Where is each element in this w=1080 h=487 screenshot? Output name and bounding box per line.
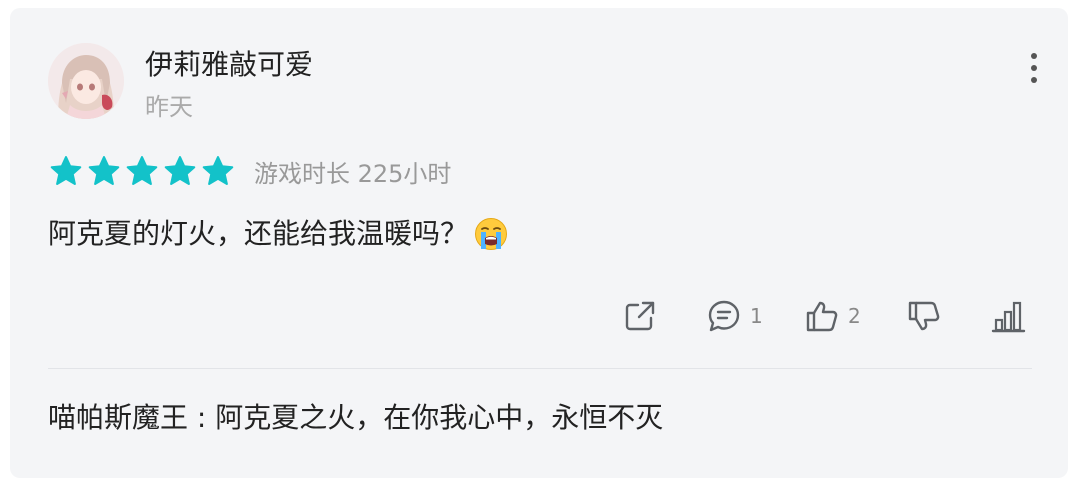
comment-count: 1 [750,304,763,328]
avatar-image [48,43,124,119]
comment-button[interactable]: 1 [706,296,763,336]
star-filled-icon [126,156,158,185]
reply-text: 阿克夏之火，在你我心中，永恒不灭 [215,401,664,434]
dislike-button[interactable] [906,296,942,336]
review-text-line: 阿克夏的灯火，还能给我温暖吗？ [48,214,508,254]
review-text: 阿克夏的灯火，还能给我温暖吗？ [48,217,469,250]
stats-button[interactable] [990,296,1026,336]
thumbs-down-icon [908,301,940,331]
star-filled-icon [50,156,82,185]
loudly-crying-face-icon [475,218,508,250]
star-filled-icon [202,156,234,185]
thumbs-up-icon [806,301,838,332]
avatar[interactable] [48,43,124,119]
reply-author[interactable]: 喵帕斯魔王 [48,401,188,434]
more-dot-icon [1031,53,1037,59]
like-button[interactable]: 2 [804,296,861,336]
action-bar: 1 2 [10,296,1068,336]
bar-chart-icon [991,301,1026,333]
rating-row: 游戏时长 225小时 [50,154,451,188]
divider [48,368,1032,369]
more-options-button[interactable] [1020,50,1048,86]
star-filled-icon [164,156,196,185]
review-card: 伊莉雅敲可爱 昨天 游戏时长 225小时 阿克夏的灯火，还能给我温暖吗？ 1 2… [10,8,1068,478]
post-date: 昨天 [145,93,193,121]
username[interactable]: 伊莉雅敲可爱 [145,48,313,82]
share-button[interactable] [622,296,658,336]
more-dot-icon [1031,77,1037,83]
share-icon [625,301,655,331]
comment-icon [708,300,740,332]
playtime-label: 游戏时长 225小时 [254,159,452,188]
reply-line[interactable]: 喵帕斯魔王 : 阿克夏之火，在你我心中，永恒不灭 [48,398,663,438]
star-rating [50,155,234,187]
reply-separator: : [188,401,216,434]
like-count: 2 [848,304,861,328]
more-dot-icon [1031,65,1037,71]
star-filled-icon [88,156,120,185]
